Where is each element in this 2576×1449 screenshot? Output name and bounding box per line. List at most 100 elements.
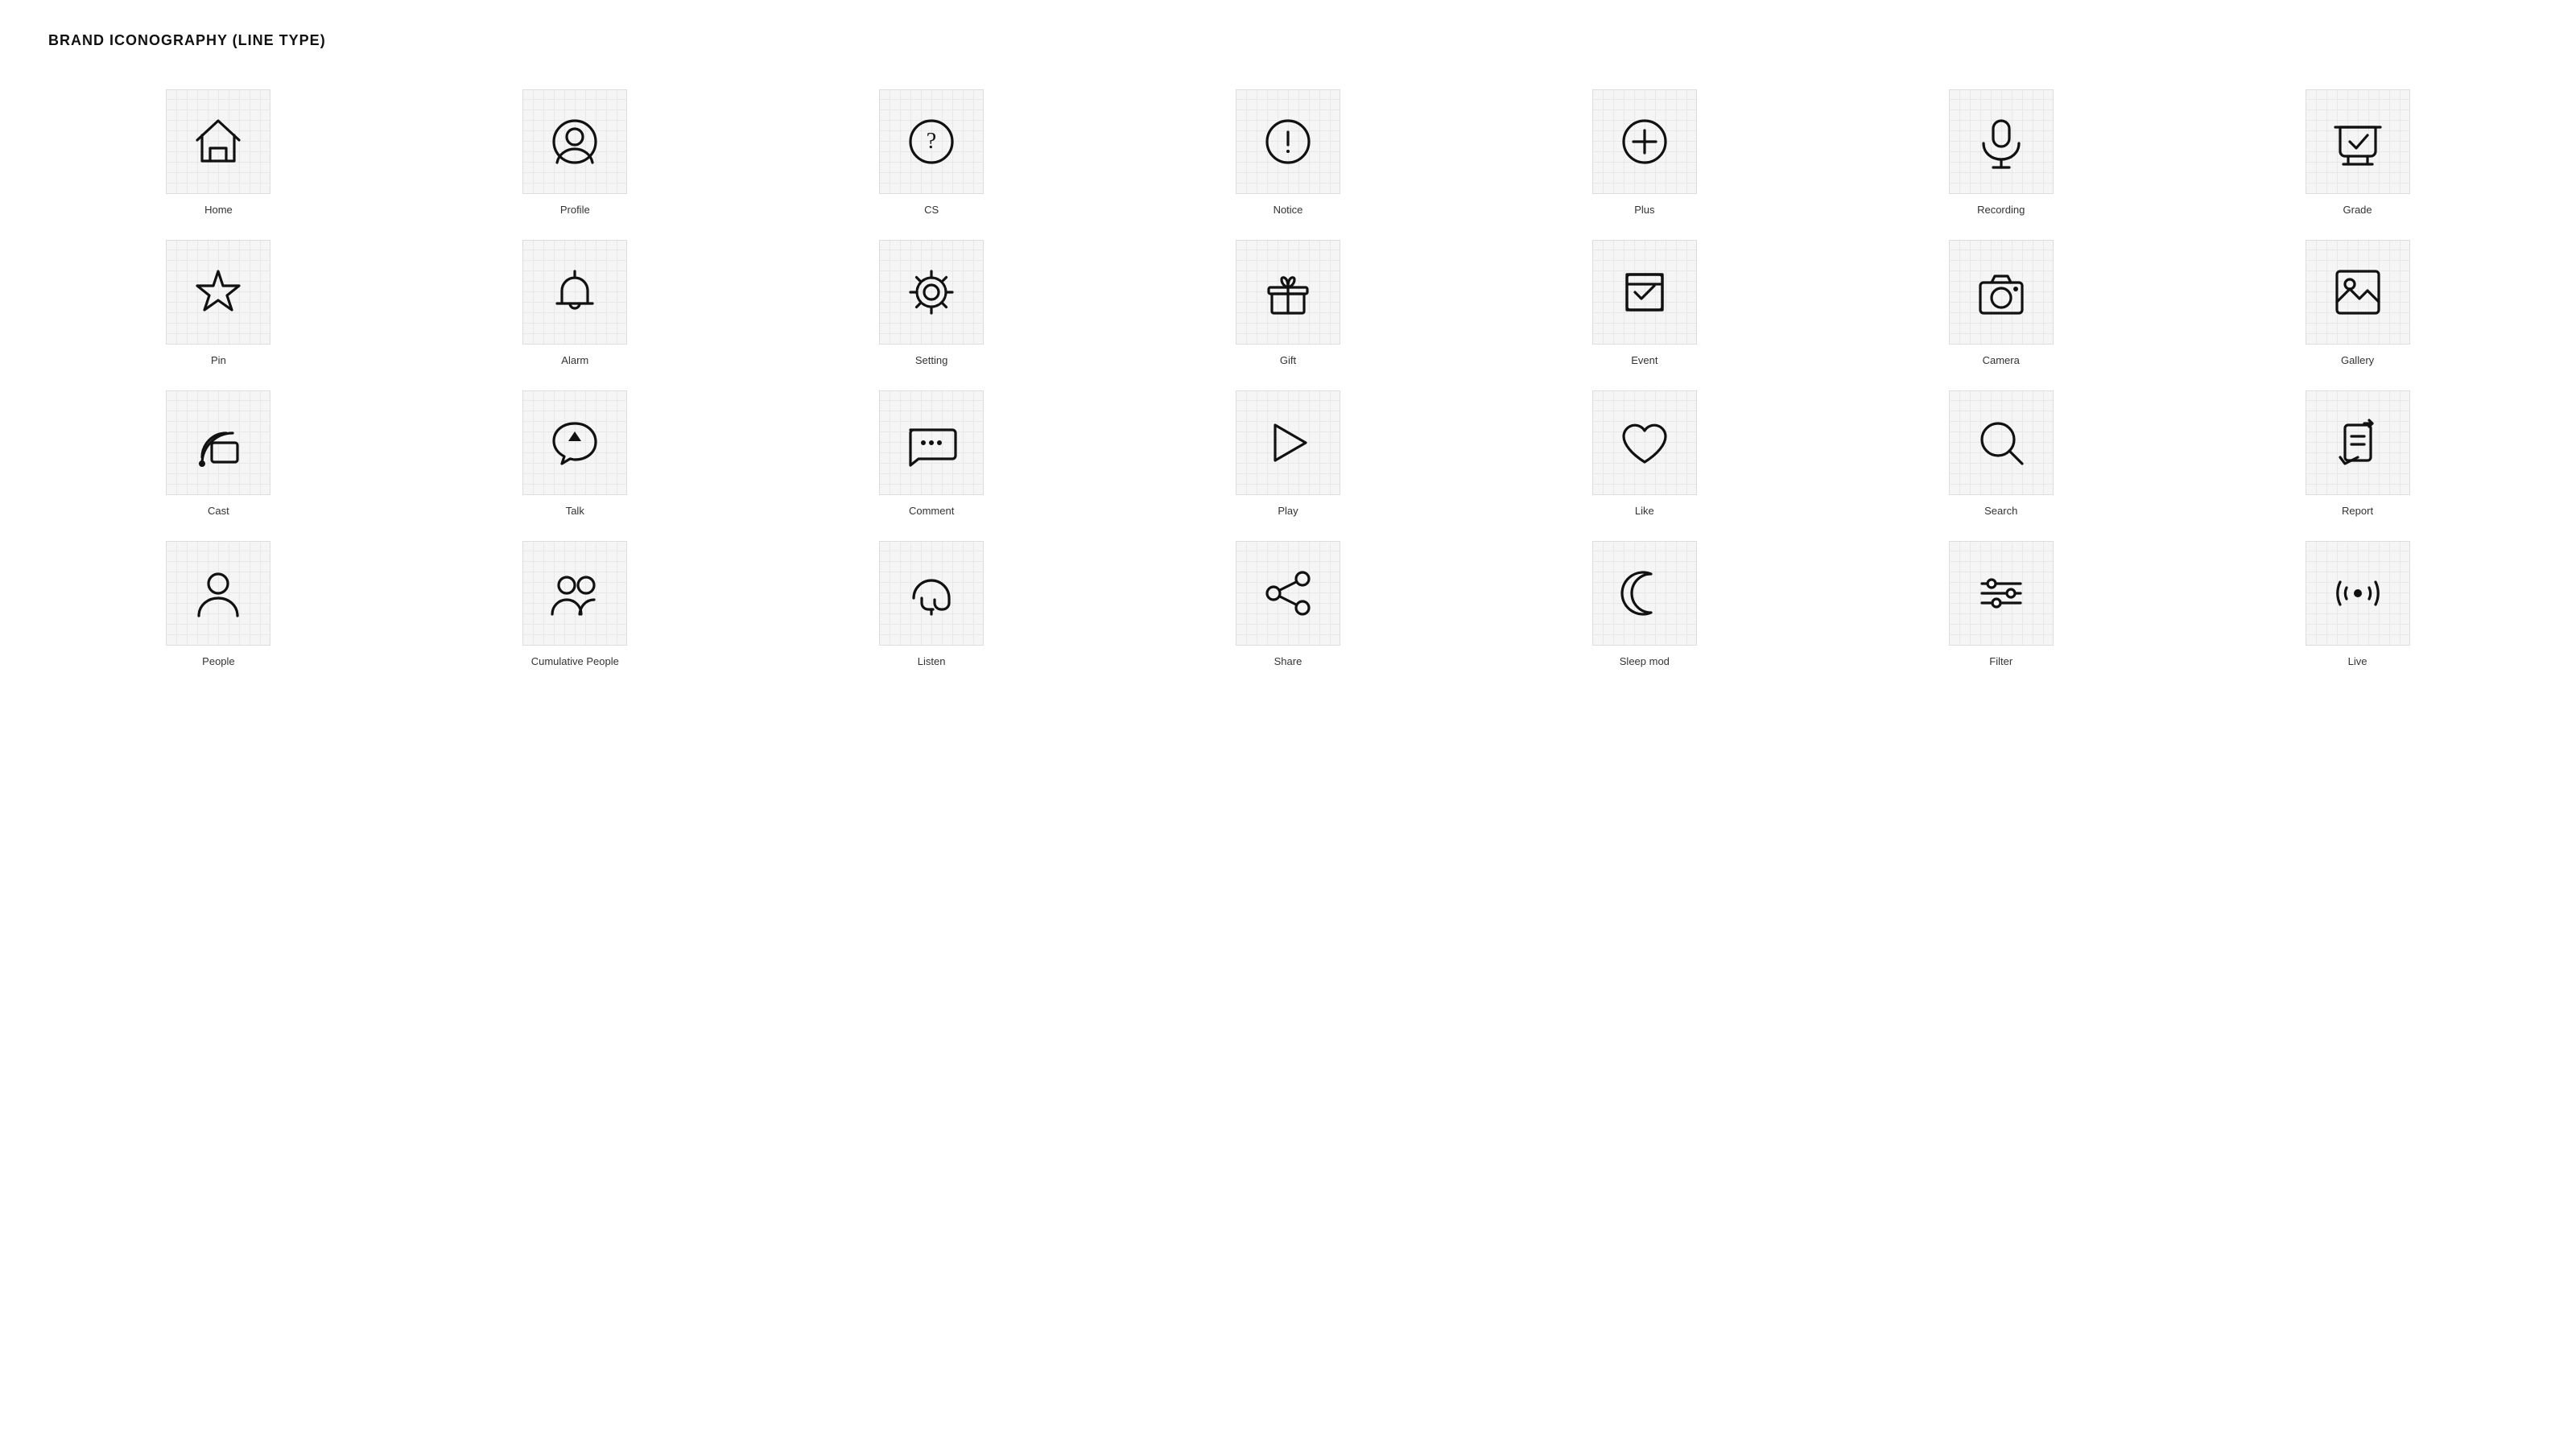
icon-item-filter: Filter <box>1831 541 2171 667</box>
icon-item-pin: Pin <box>48 240 389 366</box>
icon-item-cast: Cast <box>48 390 389 517</box>
icon-item-event: Event <box>1474 240 1814 366</box>
icon-item-comment: Comment <box>762 390 1102 517</box>
icon-item-people: People <box>48 541 389 667</box>
sleep-mod-icon <box>1616 564 1674 622</box>
icon-box-grade <box>2306 89 2410 194</box>
icon-item-alarm: Alarm <box>405 240 745 366</box>
icon-box-recording <box>1949 89 2054 194</box>
home-icon <box>189 113 247 171</box>
icon-box-share <box>1236 541 1340 646</box>
icon-item-profile: Profile <box>405 89 745 216</box>
filter-label: Filter <box>1989 655 2013 667</box>
recording-icon <box>1972 113 2030 171</box>
icon-box-cumulative-people <box>522 541 627 646</box>
icon-box-event <box>1592 240 1697 345</box>
icon-box-home <box>166 89 270 194</box>
pin-icon <box>189 263 247 321</box>
icon-item-cs: ? CS <box>762 89 1102 216</box>
icon-box-cast <box>166 390 270 495</box>
icon-box-sleep-mod <box>1592 541 1697 646</box>
icon-item-talk: Talk <box>405 390 745 517</box>
icon-box-gift <box>1236 240 1340 345</box>
report-icon <box>2329 414 2387 472</box>
share-label: Share <box>1274 655 1302 667</box>
icon-box-search <box>1949 390 2054 495</box>
profile-icon <box>546 113 604 171</box>
icon-box-gallery <box>2306 240 2410 345</box>
icon-box-camera <box>1949 240 2054 345</box>
icon-item-notice: Notice <box>1118 89 1459 216</box>
icon-item-sleep-mod: Sleep mod <box>1474 541 1814 667</box>
icon-item-search: Search <box>1831 390 2171 517</box>
report-label: Report <box>2342 505 2373 517</box>
svg-text:?: ? <box>927 129 936 154</box>
cumulative-people-label: Cumulative People <box>531 655 619 667</box>
plus-icon <box>1616 113 1674 171</box>
alarm-label: Alarm <box>561 354 588 366</box>
icon-box-people <box>166 541 270 646</box>
camera-label: Camera <box>1983 354 2020 366</box>
icon-item-gallery: Gallery <box>2187 240 2528 366</box>
icon-item-play: Play <box>1118 390 1459 517</box>
page-title: BRAND ICONOGRAPHY (LINE TYPE) <box>48 32 2528 49</box>
grade-icon <box>2329 113 2387 171</box>
icon-item-gift: Gift <box>1118 240 1459 366</box>
like-icon <box>1616 414 1674 472</box>
icon-item-recording: Recording <box>1831 89 2171 216</box>
gift-icon <box>1259 263 1317 321</box>
gallery-icon <box>2329 263 2387 321</box>
icon-grid: Home Profile ? CS <box>48 89 2528 667</box>
icon-item-plus: Plus <box>1474 89 1814 216</box>
recording-label: Recording <box>1977 204 2025 216</box>
talk-icon <box>546 414 604 472</box>
people-icon <box>189 564 247 622</box>
live-icon <box>2329 564 2387 622</box>
sleep-mod-label: Sleep mod <box>1620 655 1670 667</box>
play-label: Play <box>1278 505 1298 517</box>
icon-box-alarm <box>522 240 627 345</box>
profile-label: Profile <box>560 204 590 216</box>
plus-label: Plus <box>1634 204 1654 216</box>
setting-icon <box>902 263 960 321</box>
icon-box-pin <box>166 240 270 345</box>
icon-box-setting <box>879 240 984 345</box>
icon-item-report: Report <box>2187 390 2528 517</box>
icon-box-notice <box>1236 89 1340 194</box>
notice-icon <box>1259 113 1317 171</box>
icon-box-listen <box>879 541 984 646</box>
live-label: Live <box>2348 655 2368 667</box>
cumulative-people-icon <box>546 564 604 622</box>
icon-item-listen: Listen <box>762 541 1102 667</box>
cast-icon <box>189 414 247 472</box>
gift-label: Gift <box>1280 354 1296 366</box>
icon-item-camera: Camera <box>1831 240 2171 366</box>
like-label: Like <box>1635 505 1654 517</box>
camera-icon <box>1972 263 2030 321</box>
icon-box-filter <box>1949 541 2054 646</box>
cs-icon: ? <box>902 113 960 171</box>
icon-item-like: Like <box>1474 390 1814 517</box>
icon-box-plus <box>1592 89 1697 194</box>
icon-box-cs: ? <box>879 89 984 194</box>
listen-label: Listen <box>918 655 946 667</box>
event-label: Event <box>1631 354 1657 366</box>
setting-label: Setting <box>915 354 947 366</box>
icon-box-report <box>2306 390 2410 495</box>
cs-label: CS <box>924 204 939 216</box>
icon-item-home: Home <box>48 89 389 216</box>
icon-box-live <box>2306 541 2410 646</box>
talk-label: Talk <box>566 505 584 517</box>
cast-label: Cast <box>208 505 229 517</box>
icon-box-play <box>1236 390 1340 495</box>
gallery-label: Gallery <box>2341 354 2374 366</box>
people-label: People <box>202 655 234 667</box>
notice-label: Notice <box>1274 204 1303 216</box>
icon-box-comment <box>879 390 984 495</box>
icon-box-talk <box>522 390 627 495</box>
filter-icon <box>1972 564 2030 622</box>
event-icon <box>1616 263 1674 321</box>
icon-box-profile <box>522 89 627 194</box>
listen-icon <box>902 564 960 622</box>
play-icon <box>1259 414 1317 472</box>
